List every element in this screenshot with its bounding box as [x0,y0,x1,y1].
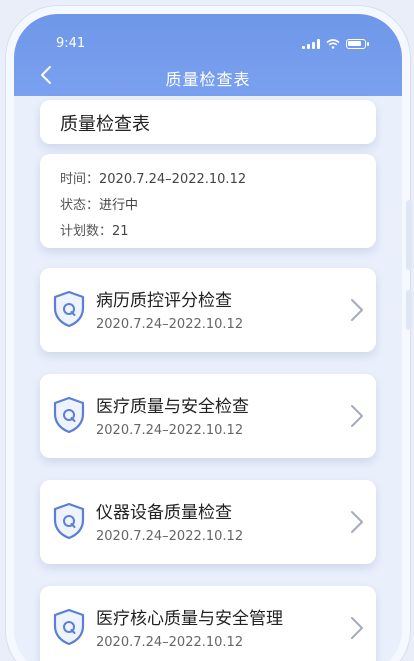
title-card: 质量检查表 [40,100,376,144]
time-row: 时间：2020.7.24–2022.10.12 [60,168,246,187]
status-bar: 9:41 [14,36,402,56]
nav-title: 质量检查表 [165,70,251,89]
page-title: 质量检查表 [60,114,150,135]
shield-q-icon [53,608,85,646]
status-row: 状态：进行中 [60,194,138,213]
wifi-icon [326,39,340,49]
item-date: 2020.7.24–2022.10.12 [96,529,244,544]
item-date: 2020.7.24–2022.10.12 [96,317,244,332]
signal-icon [302,39,320,49]
chevron-right-icon [351,299,363,321]
list-item[interactable]: 医疗质量与安全检查 2020.7.24–2022.10.12 [40,374,376,458]
shield-q-icon [53,502,85,540]
side-button [406,290,412,330]
status-value: 进行中 [99,198,139,213]
plan-label: 计划数： [60,224,113,239]
list-item[interactable]: 医疗核心质量与安全管理 2020.7.24–2022.10.12 [40,586,376,661]
item-name: 病历质控评分检查 [96,291,232,311]
info-card: 时间：2020.7.24–2022.10.12 状态：进行中 计划数：21 [40,154,376,248]
chevron-right-icon [351,617,363,639]
plan-value: 21 [112,224,129,239]
header-bar: 9:41 质量检查表 [14,14,402,96]
time-label: 时间： [60,172,100,187]
item-name: 仪器设备质量检查 [96,503,232,523]
shield-q-icon [53,290,85,328]
phone-frame: 9:41 质量检查表 质量检查表 时间：2020.7.24–2022.10.12… [14,14,402,661]
time-value: 2020.7.24–2022.10.12 [99,172,247,187]
status-label: 状态： [60,198,100,213]
item-name: 医疗核心质量与安全管理 [96,609,283,629]
item-date: 2020.7.24–2022.10.12 [96,635,244,650]
item-date: 2020.7.24–2022.10.12 [96,423,244,438]
status-time: 9:41 [56,36,86,51]
plan-row: 计划数：21 [60,220,129,239]
status-icons [302,39,369,49]
nav-bar: 质量检查表 [14,58,402,94]
chevron-right-icon [351,511,363,533]
chevron-right-icon [351,405,363,427]
list-item[interactable]: 病历质控评分检查 2020.7.24–2022.10.12 [40,268,376,352]
battery-icon [346,39,369,49]
shield-q-icon [53,396,85,434]
list-item[interactable]: 仪器设备质量检查 2020.7.24–2022.10.12 [40,480,376,564]
side-button [406,200,412,270]
item-name: 医疗质量与安全检查 [96,397,249,417]
content-area: 质量检查表 时间：2020.7.24–2022.10.12 状态：进行中 计划数… [14,96,402,661]
